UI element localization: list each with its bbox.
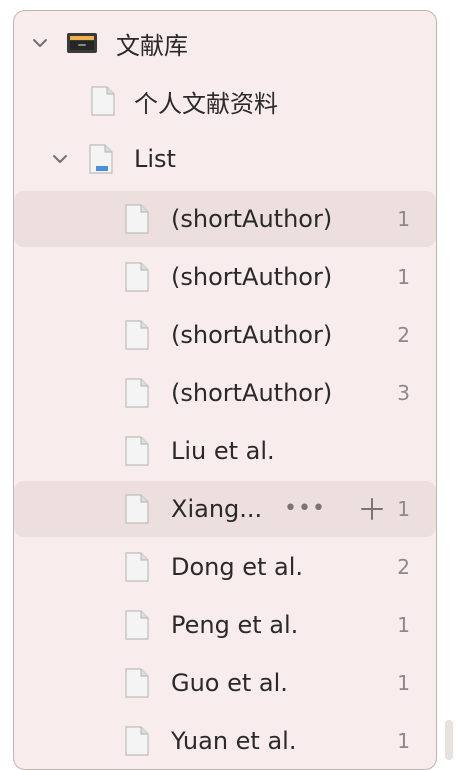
chevron-down-icon[interactable] <box>52 151 68 167</box>
document-icon <box>125 436 149 466</box>
item-count: 1 <box>397 265 410 289</box>
item-label: Yuan et al. <box>171 727 297 755</box>
list-item[interactable]: (shortAuthor) 2 <box>14 307 436 363</box>
archive-box-icon <box>67 33 97 53</box>
document-icon <box>125 610 149 640</box>
item-label: Peng et al. <box>171 611 299 639</box>
item-label: (shortAuthor) <box>171 321 333 349</box>
document-icon <box>125 668 149 698</box>
folder-document-icon <box>89 144 113 174</box>
scrollbar[interactable] <box>445 720 453 760</box>
item-label: (shortAuthor) <box>171 205 333 233</box>
document-icon <box>125 378 149 408</box>
chevron-down-icon[interactable] <box>32 35 48 51</box>
tree-item-list[interactable]: List <box>14 131 436 187</box>
item-label: (shortAuthor) <box>171 263 333 291</box>
tree-item-personal-docs[interactable]: 个人文献资料 <box>14 73 436 129</box>
document-icon <box>125 320 149 350</box>
list-item[interactable]: Guo et al. 1 <box>14 655 436 711</box>
list-label: List <box>134 145 176 173</box>
list-item[interactable]: (shortAuthor) 3 <box>14 365 436 421</box>
item-label: Xiang... <box>171 495 263 523</box>
personal-docs-label: 个人文献资料 <box>134 89 278 118</box>
item-count: 1 <box>397 497 410 521</box>
item-count: 1 <box>397 613 410 637</box>
document-icon <box>125 552 149 582</box>
library-label: 文献库 <box>116 31 188 60</box>
list-item[interactable]: Peng et al. 1 <box>14 597 436 653</box>
item-label: Guo et al. <box>171 669 288 697</box>
document-icon <box>125 494 149 524</box>
document-icon <box>125 726 149 756</box>
item-label: Dong et al. <box>171 553 304 581</box>
list-item[interactable]: Dong et al. 2 <box>14 539 436 595</box>
item-count: 3 <box>397 381 410 405</box>
item-count: 1 <box>397 671 410 695</box>
add-icon[interactable] <box>360 497 384 521</box>
item-count: 1 <box>397 207 410 231</box>
more-options-icon[interactable]: ••• <box>284 498 326 520</box>
row-actions: ••• <box>284 497 384 521</box>
list-item[interactable]: Yuan et al. 1 <box>14 713 436 769</box>
item-count: 2 <box>397 555 410 579</box>
document-icon <box>125 204 149 234</box>
item-count: 2 <box>397 323 410 347</box>
list-item[interactable]: (shortAuthor) 1 <box>14 249 436 305</box>
item-label: (shortAuthor) <box>171 379 333 407</box>
library-sidebar: 文献库 个人文献资料 List (shortAuthor) 1 (shortAu… <box>13 10 437 770</box>
document-icon <box>125 262 149 292</box>
document-icon <box>91 86 115 116</box>
tree-item-library[interactable]: 文献库 <box>14 15 436 71</box>
list-item[interactable]: Xiang... ••• 1 <box>14 481 436 537</box>
list-item[interactable]: (shortAuthor) 1 <box>14 191 436 247</box>
item-label: Liu et al. <box>171 437 275 465</box>
list-item[interactable]: Liu et al. <box>14 423 436 479</box>
item-count: 1 <box>397 729 410 753</box>
